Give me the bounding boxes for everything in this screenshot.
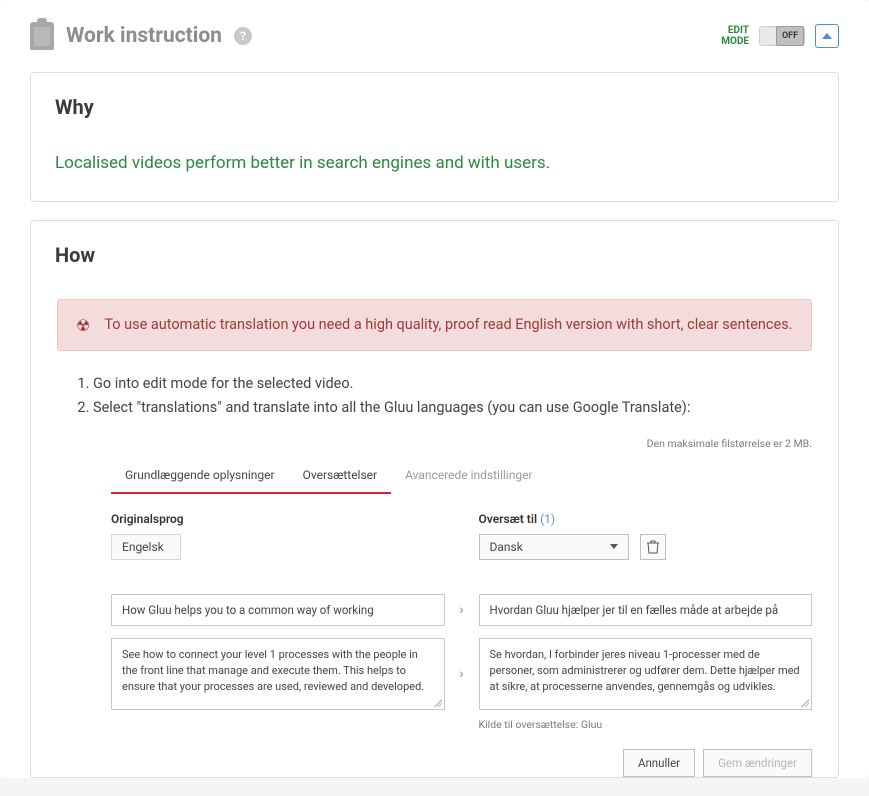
translate-to-label: Oversæt til (1) [479,512,813,526]
resize-handle[interactable] [434,699,442,707]
tab-advanced[interactable]: Avancerede indstillinger [391,460,546,494]
description-row: See how to connect your level 1 processe… [111,638,812,710]
target-language-select[interactable]: Dansk [479,534,629,560]
panel-header: Work instruction ? EDIT MODE OFF [30,22,839,50]
how-heading: How [55,243,814,267]
max-file-size: Den maksimale filstørrelse er 2 MB. [111,437,812,450]
target-description-input[interactable]: Se hvordan, I forbinder jeres niveau 1-p… [479,638,813,710]
arrow-right-icon: › [459,602,463,618]
target-title-input[interactable]: Hvordan Gluu hjælper jer til en fælles m… [479,594,813,626]
arrow-gap-2: › [445,638,479,710]
target-language-value: Dansk [490,540,523,554]
original-language-value[interactable]: Engelsk [111,534,181,560]
arrow-gap-1: › [445,594,479,626]
alert-text: To use automatic translation you need a … [104,314,792,336]
why-card: Why Localised videos perform better in s… [30,72,839,202]
translate-to-text: Oversæt til [479,512,538,526]
radiation-icon: ☢ [76,316,90,335]
steps-list: Go into edit mode for the selected video… [57,373,812,419]
translation-embed: Den maksimale filstørrelse er 2 MB. Grun… [111,437,812,777]
translation-count: (1) [540,512,555,526]
trash-icon [647,540,659,554]
work-instruction-panel: Work instruction ? EDIT MODE OFF Why Loc… [0,0,869,778]
original-column: Originalsprog Engelsk [111,512,445,560]
embed-button-row: Annuller Gem ændringer [111,749,812,777]
target-column: Oversæt til (1) Dansk [479,512,813,560]
edit-mode-toggle[interactable]: OFF [759,26,805,46]
arrow-right-icon: › [459,666,463,682]
cancel-button[interactable]: Annuller [623,749,695,777]
why-heading: Why [55,95,814,119]
delete-translation-button[interactable] [640,534,666,560]
clipboard-icon [30,22,54,50]
step-2: Select "translations" and translate into… [93,397,812,419]
embed-tabs: Grundlæggende oplysninger Oversættelser … [111,460,812,494]
page-title: Work instruction [66,24,222,48]
tab-translations[interactable]: Oversættelser [289,460,392,494]
translation-source-note: Kilde til oversættelse: Gluu [479,718,813,731]
source-note-row: Kilde til oversættelse: Gluu [111,710,812,731]
save-changes-button[interactable]: Gem ændringer [703,749,812,777]
caret-down-icon [610,544,618,549]
collapse-button[interactable] [815,24,839,48]
warning-alert: ☢ To use automatic translation you need … [57,299,812,351]
original-language-label: Originalsprog [111,512,445,526]
why-body: Localised videos perform better in searc… [55,153,814,173]
tab-basic[interactable]: Grundlæggende oplysninger [111,460,289,494]
target-description-text: Se hvordan, I forbinder jeres niveau 1-p… [490,648,800,693]
source-description-input[interactable]: See how to connect your level 1 processe… [111,638,445,710]
header-left: Work instruction ? [30,22,252,50]
language-row: Originalsprog Engelsk Oversæt til (1) Da… [111,512,812,560]
title-row: How Gluu helps you to a common way of wo… [111,594,812,626]
resize-handle[interactable] [801,699,809,707]
header-right: EDIT MODE OFF [721,24,839,48]
toggle-state: OFF [776,26,804,46]
chevron-up-icon [822,33,832,39]
edit-mode-line2: MODE [721,36,749,47]
step-1: Go into edit mode for the selected video… [93,373,812,395]
edit-mode-label: EDIT MODE [721,25,749,47]
source-title-input[interactable]: How Gluu helps you to a common way of wo… [111,594,445,626]
how-card: How ☢ To use automatic translation you n… [30,220,839,778]
edit-mode-line1: EDIT [721,25,749,36]
help-icon[interactable]: ? [234,27,252,45]
source-description-text: See how to connect your level 1 processe… [122,648,424,693]
